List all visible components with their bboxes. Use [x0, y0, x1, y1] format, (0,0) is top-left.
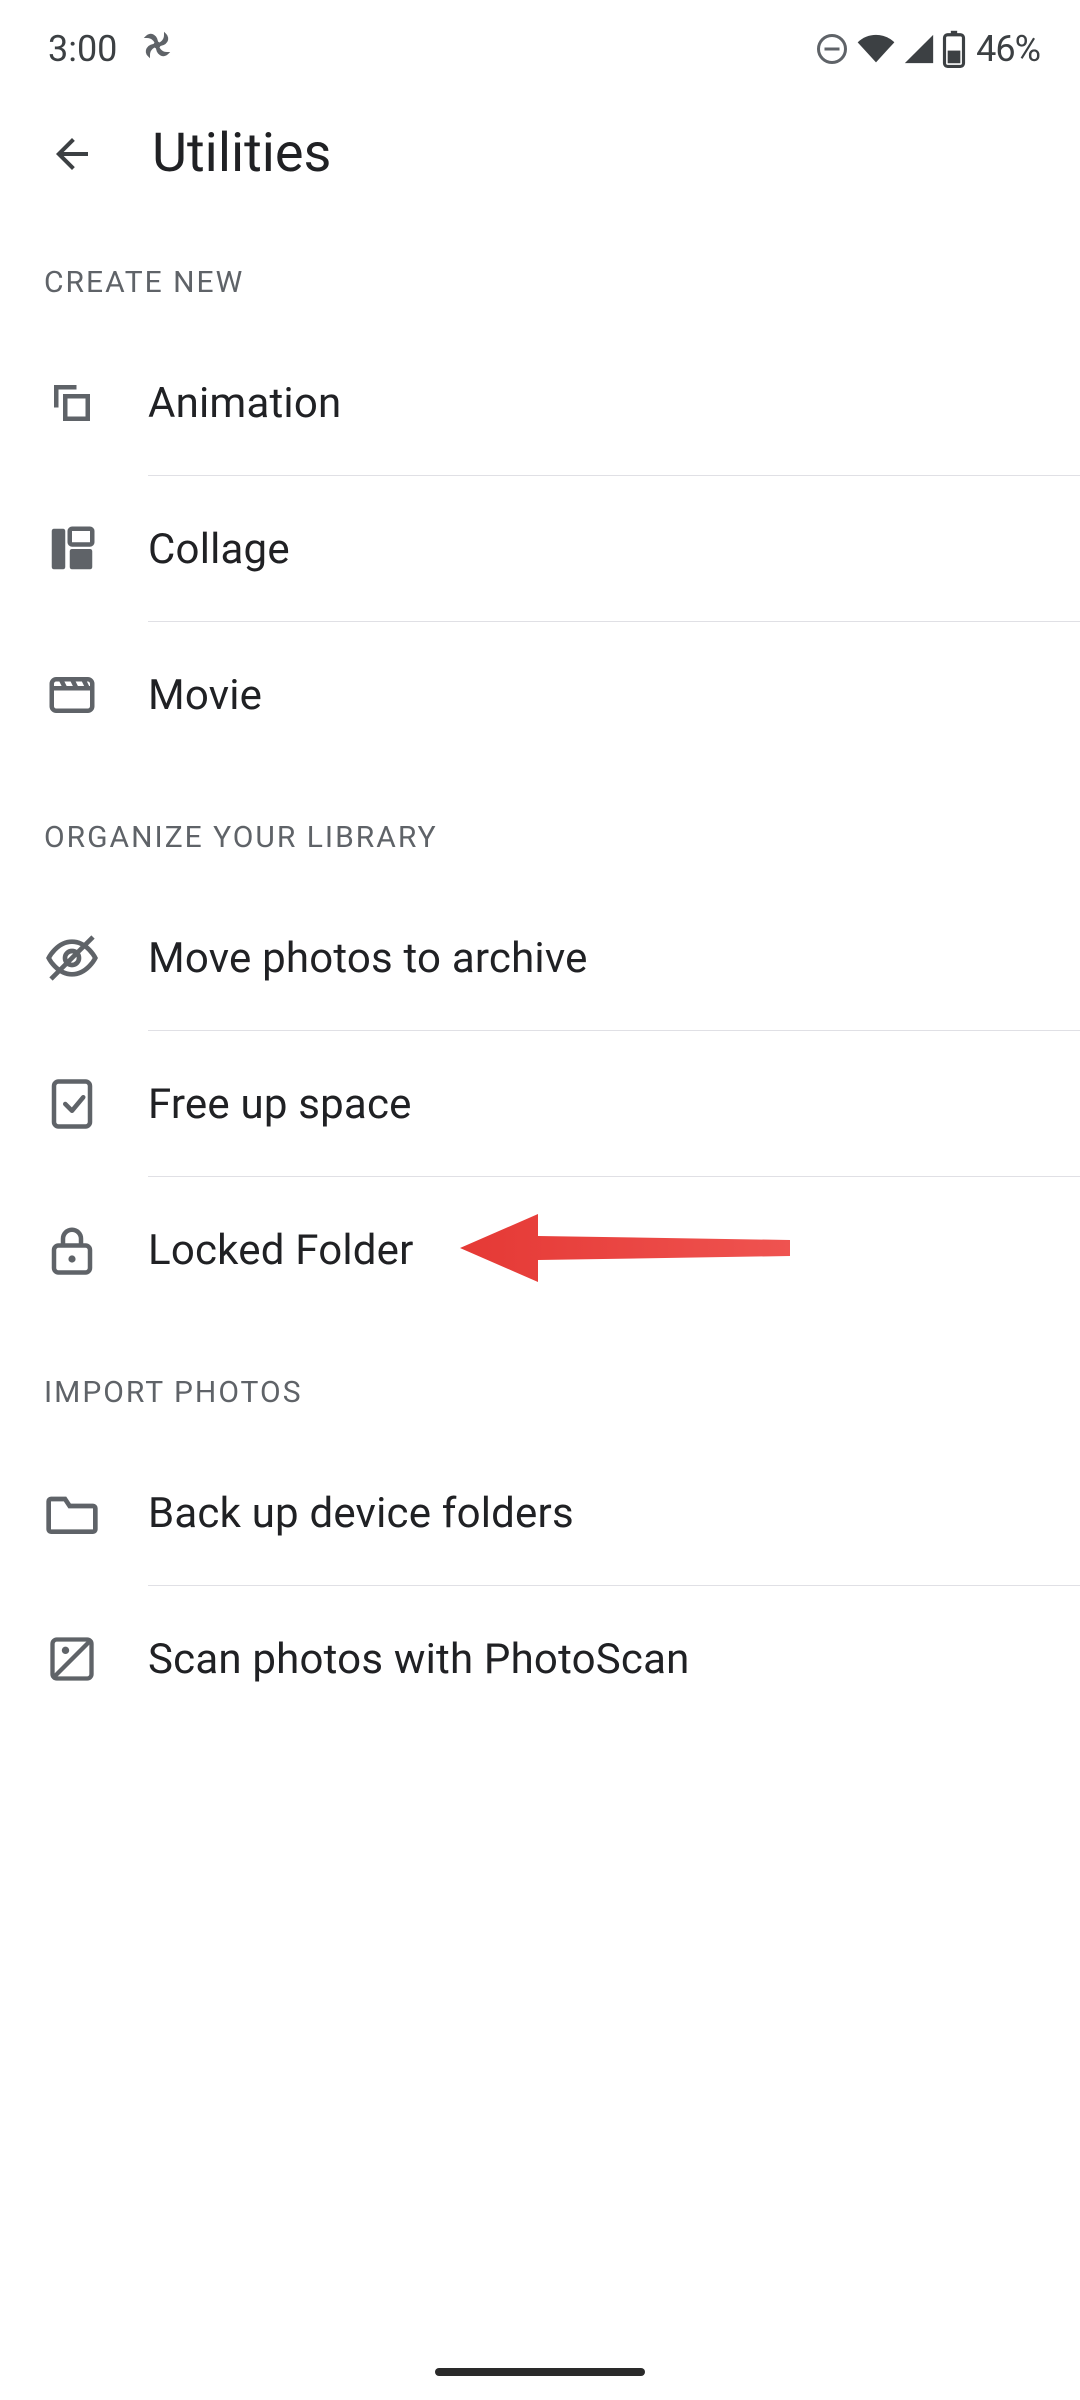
- item-scan-photoscan[interactable]: Scan photos with PhotoScan: [0, 1586, 1080, 1732]
- section-header-import: IMPORT PHOTOS: [0, 1323, 1080, 1440]
- item-label: Scan photos with PhotoScan: [148, 1635, 690, 1684]
- animation-icon: [44, 375, 100, 431]
- do-not-disturb-icon: [814, 31, 850, 67]
- item-movie[interactable]: Movie: [0, 622, 1080, 768]
- status-bar: 3:00 46%: [0, 0, 1080, 80]
- section-header-organize: ORGANIZE YOUR LIBRARY: [0, 768, 1080, 885]
- pinwheel-icon: [137, 25, 177, 74]
- item-animation[interactable]: Animation: [0, 330, 1080, 476]
- item-label: Collage: [148, 525, 290, 574]
- photoscan-icon: [44, 1631, 100, 1687]
- item-label: Back up device folders: [148, 1489, 574, 1538]
- item-label: Movie: [148, 671, 262, 720]
- back-button[interactable]: [48, 130, 96, 178]
- cell-signal-icon: [902, 32, 936, 66]
- item-collage[interactable]: Collage: [0, 476, 1080, 622]
- item-label: Locked Folder: [148, 1226, 414, 1275]
- app-bar: Utilities: [0, 80, 1080, 213]
- item-backup-device-folders[interactable]: Back up device folders: [0, 1440, 1080, 1586]
- eye-off-icon: [44, 930, 100, 986]
- gesture-nav-handle[interactable]: [435, 2368, 645, 2376]
- battery-icon: [942, 30, 966, 68]
- lock-icon: [44, 1222, 100, 1278]
- annotation-arrow-icon: [460, 1208, 790, 1292]
- page-title: Utilities: [152, 122, 331, 185]
- item-label: Animation: [148, 379, 341, 428]
- item-free-up-space[interactable]: Free up space: [0, 1031, 1080, 1177]
- collage-icon: [44, 521, 100, 577]
- battery-percentage: 46%: [976, 28, 1040, 70]
- wifi-icon: [856, 32, 896, 66]
- item-locked-folder[interactable]: Locked Folder: [0, 1177, 1080, 1323]
- movie-icon: [44, 667, 100, 723]
- folder-icon: [44, 1485, 100, 1541]
- arrow-back-icon: [48, 130, 96, 178]
- free-space-icon: [44, 1076, 100, 1132]
- item-label: Free up space: [148, 1080, 412, 1129]
- status-time: 3:00: [48, 28, 117, 70]
- item-label: Move photos to archive: [148, 934, 588, 983]
- section-header-create-new: CREATE NEW: [0, 213, 1080, 330]
- item-move-to-archive[interactable]: Move photos to archive: [0, 885, 1080, 1031]
